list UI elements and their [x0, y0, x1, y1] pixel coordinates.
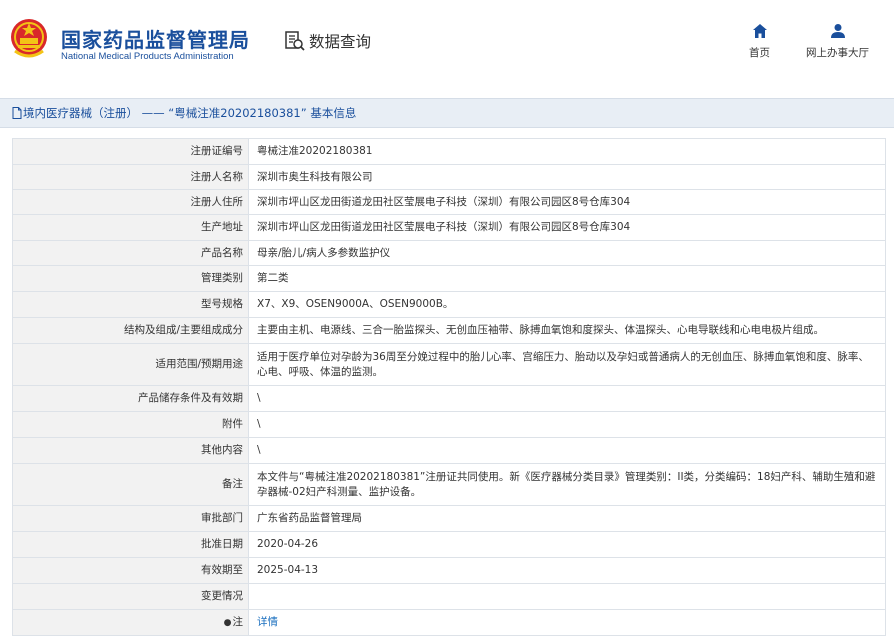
row-value: 本文件与“粤械注准20202180381”注册证共同使用。新《医疗器械分类目录》… — [248, 463, 886, 506]
note-label-cell: ●注 — [12, 609, 249, 636]
nav-online-service-hall-label: 网上办事大厅 — [806, 47, 869, 59]
breadcrumb: 境内医疗器械（注册） —— “粤械注准20202180381” 基本信息 — [0, 98, 894, 128]
detail-table: 注册证编号 粤械注准20202180381 注册人名称 深圳市奥生科技有限公司 … — [12, 138, 886, 636]
table-row: 有效期至 2025-04-13 — [12, 557, 886, 584]
table-row: 其他内容 \ — [12, 437, 886, 464]
table-row: 注册人名称 深圳市奥生科技有限公司 — [12, 164, 886, 190]
details-link[interactable]: 详情 — [257, 616, 278, 628]
site-title: 国家药品监督管理局 — [61, 28, 250, 52]
table-row: 审批部门 广东省药品监督管理局 — [12, 505, 886, 532]
row-value: 适用于医疗单位对孕龄为36周至分娩过程中的胎儿心率、宫缩压力、胎动以及孕妇或普通… — [248, 343, 886, 386]
site-header: 国家药品监督管理局 National Medical Products Admi… — [0, 0, 894, 86]
row-value — [248, 583, 886, 610]
national-emblem-icon — [11, 19, 47, 58]
row-value: 广东省药品监督管理局 — [248, 505, 886, 532]
row-value: 2025-04-13 — [248, 557, 886, 584]
nav-home[interactable]: 首页 — [749, 23, 770, 60]
row-label: 生产地址 — [12, 214, 249, 241]
row-label: 结构及组成/主要组成成分 — [12, 317, 249, 344]
row-label: 变更情况 — [12, 583, 249, 610]
row-value: 深圳市奥生科技有限公司 — [248, 164, 886, 190]
nav-home-label: 首页 — [749, 47, 770, 59]
row-value: \ — [248, 411, 886, 438]
note-label: 注 — [232, 615, 244, 628]
row-value: 第二类 — [248, 265, 886, 292]
row-label: 注册人名称 — [12, 164, 249, 190]
row-label: 备注 — [12, 463, 249, 506]
table-row: 附件 \ — [12, 411, 886, 438]
table-row: 注册证编号 粤械注准20202180381 — [12, 138, 886, 165]
table-row: 注册人住所 深圳市坪山区龙田街道龙田社区莹展电子科技（深圳）有限公司园区8号仓库… — [12, 189, 886, 215]
note-value-cell: 详情 — [248, 609, 886, 636]
site-title-english: National Medical Products Administration — [61, 51, 234, 62]
data-query-link[interactable]: 数据查询 — [284, 30, 371, 52]
row-label: 审批部门 — [12, 505, 249, 532]
row-label: 有效期至 — [12, 557, 249, 584]
table-row: 适用范围/预期用途 适用于医疗单位对孕龄为36周至分娩过程中的胎儿心率、宫缩压力… — [12, 343, 886, 386]
document-icon — [12, 107, 22, 119]
table-row: 结构及组成/主要组成成分 主要由主机、电源线、三合一胎监探头、无创血压袖带、脉搏… — [12, 317, 886, 344]
row-label: 型号规格 — [12, 291, 249, 318]
row-label: 产品储存条件及有效期 — [12, 385, 249, 412]
user-icon — [830, 24, 845, 38]
table-row: 产品储存条件及有效期 \ — [12, 385, 886, 412]
row-value: 深圳市坪山区龙田街道龙田社区莹展电子科技（深圳）有限公司园区8号仓库304 — [248, 189, 886, 215]
table-row: 批准日期 2020-04-26 — [12, 531, 886, 558]
row-label: 注册人住所 — [12, 189, 249, 215]
row-value: \ — [248, 385, 886, 412]
table-row: ●注 详情 — [12, 609, 886, 636]
table-row: 变更情况 — [12, 583, 886, 610]
data-query-label: 数据查询 — [309, 33, 372, 51]
document-search-icon — [285, 31, 305, 51]
row-label: 批准日期 — [12, 531, 249, 558]
table-row: 生产地址 深圳市坪山区龙田街道龙田社区莹展电子科技（深圳）有限公司园区8号仓库3… — [12, 214, 886, 241]
pin-icon: ● — [223, 617, 232, 628]
row-label: 其他内容 — [12, 437, 249, 464]
table-row: 型号规格 X7、X9、OSEN9000A、OSEN9000B。 — [12, 291, 886, 318]
nav-online-service-hall[interactable]: 网上办事大厅 — [806, 23, 869, 60]
table-row: 产品名称 母亲/胎儿/病人多参数监护仪 — [12, 240, 886, 266]
home-icon — [752, 24, 767, 38]
row-label: 管理类别 — [12, 265, 249, 292]
row-label: 适用范围/预期用途 — [12, 343, 249, 386]
breadcrumb-text: 境内医疗器械（注册） —— “粤械注准20202180381” 基本信息 — [23, 106, 357, 120]
table-row: 管理类别 第二类 — [12, 265, 886, 292]
row-value: 粤械注准20202180381 — [248, 138, 886, 165]
row-label: 注册证编号 — [12, 138, 249, 165]
row-value: \ — [248, 437, 886, 464]
row-value: 母亲/胎儿/病人多参数监护仪 — [248, 240, 886, 266]
row-label: 附件 — [12, 411, 249, 438]
row-label: 产品名称 — [12, 240, 249, 266]
row-value: 深圳市坪山区龙田街道龙田社区莹展电子科技（深圳）有限公司园区8号仓库304 — [248, 214, 886, 241]
row-value: 2020-04-26 — [248, 531, 886, 558]
row-value: X7、X9、OSEN9000A、OSEN9000B。 — [248, 291, 886, 318]
table-row: 备注 本文件与“粤械注准20202180381”注册证共同使用。新《医疗器械分类… — [12, 463, 886, 506]
row-value: 主要由主机、电源线、三合一胎监探头、无创血压袖带、脉搏血氧饱和度探头、体温探头、… — [248, 317, 886, 344]
